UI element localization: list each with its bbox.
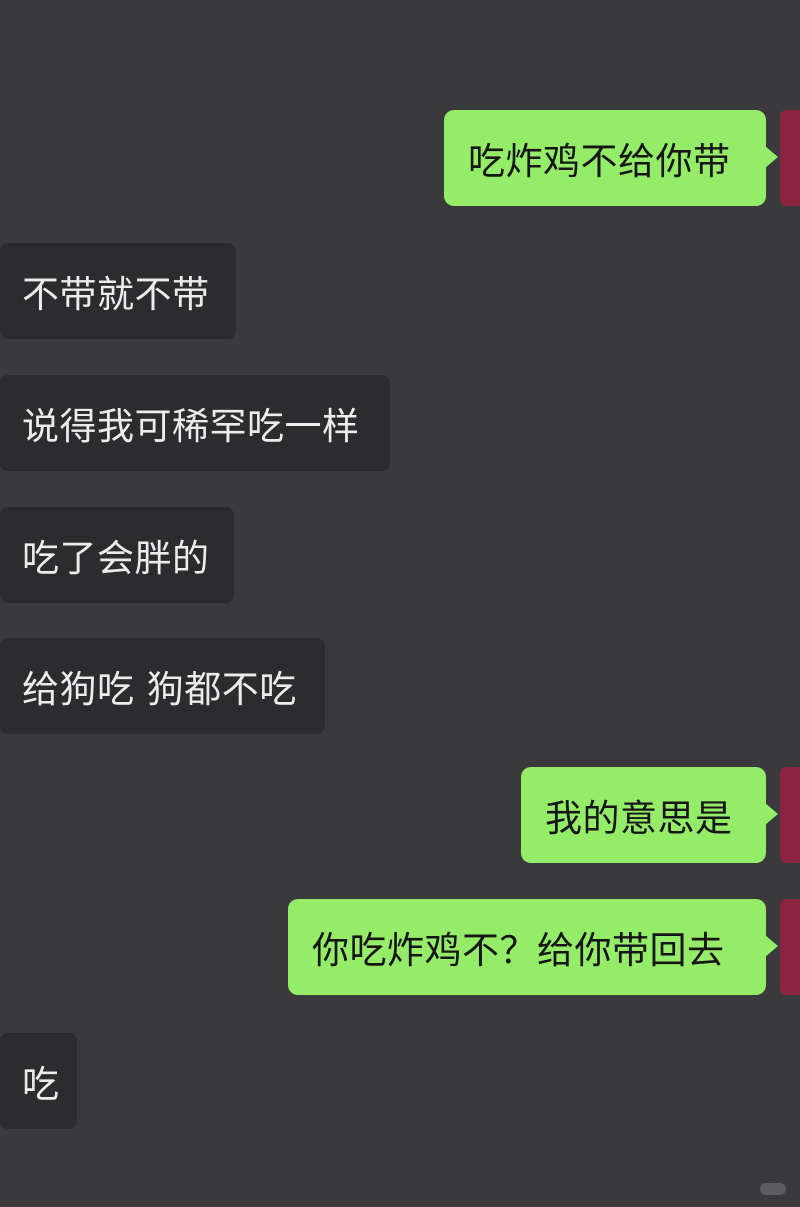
bubble-tail <box>765 935 778 957</box>
message-incoming: 吃 <box>0 1033 80 1129</box>
message-bubble[interactable]: 吃炸鸡不给你带 <box>444 110 778 206</box>
watermark-logo <box>760 1183 786 1195</box>
message-bubble[interactable]: 你吃炸鸡不？给你带回去 <box>288 899 778 995</box>
message-incoming: 说得我可稀罕吃一样 <box>0 375 400 471</box>
message-bubble[interactable]: 不带就不带 <box>0 243 236 339</box>
message-text: 吃 <box>22 1063 60 1106</box>
my-avatar[interactable] <box>780 110 800 206</box>
my-avatar[interactable] <box>780 899 800 995</box>
message-bubble[interactable]: 吃 <box>0 1033 77 1129</box>
message-text: 你吃炸鸡不？给你带回去 <box>312 929 725 972</box>
message-text: 给狗吃 狗都不吃 <box>22 668 297 711</box>
bubble-tail <box>765 146 778 168</box>
message-incoming: 给狗吃 狗都不吃 <box>0 638 330 734</box>
message-bubble[interactable]: 给狗吃 狗都不吃 <box>0 638 325 734</box>
message-outgoing: 我的意思是 <box>0 767 778 863</box>
my-avatar[interactable] <box>780 767 800 863</box>
message-incoming: 吃了会胖的 <box>0 507 240 603</box>
message-text: 吃炸鸡不给你带 <box>468 140 731 183</box>
message-text: 说得我可稀罕吃一样 <box>22 405 360 448</box>
message-bubble[interactable]: 我的意思是 <box>521 767 778 863</box>
message-outgoing: 你吃炸鸡不？给你带回去 <box>0 899 778 995</box>
message-outgoing: 吃炸鸡不给你带 <box>0 110 778 206</box>
chat-view: 吃炸鸡不给你带 不带就不带 说得我可稀罕吃一样 吃了会胖的 给狗吃 狗都不吃 我… <box>0 0 800 1207</box>
message-incoming: 不带就不带 <box>0 243 240 339</box>
bubble-tail <box>765 803 778 825</box>
message-bubble[interactable]: 吃了会胖的 <box>0 507 234 603</box>
message-text: 不带就不带 <box>22 273 210 316</box>
message-text: 我的意思是 <box>545 797 733 840</box>
message-text: 吃了会胖的 <box>22 537 210 580</box>
message-bubble[interactable]: 说得我可稀罕吃一样 <box>0 375 390 471</box>
